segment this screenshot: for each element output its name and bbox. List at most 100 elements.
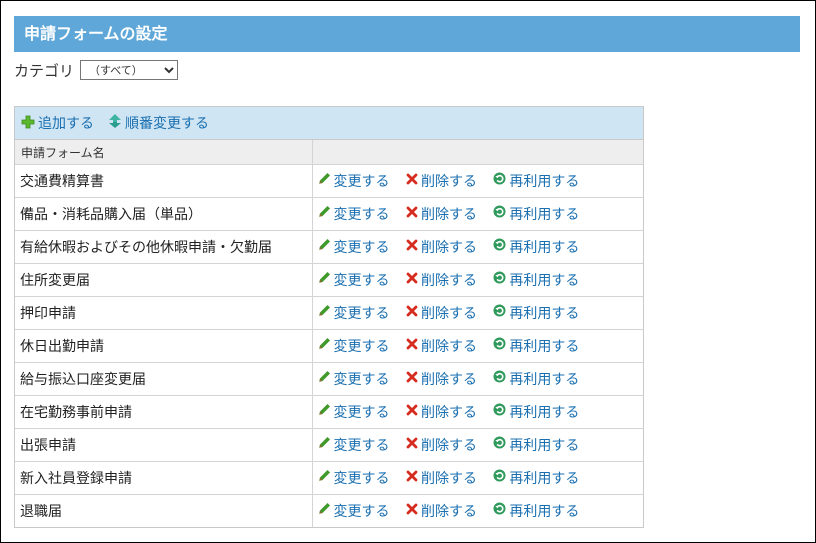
- reuse-button[interactable]: 再利用する: [493, 171, 579, 191]
- edit-button[interactable]: 変更する: [318, 270, 390, 290]
- edit-button[interactable]: 変更する: [318, 435, 390, 455]
- form-name-cell: 休日出勤申請: [15, 329, 313, 363]
- delete-button[interactable]: 削除する: [406, 303, 477, 323]
- table-row: 住所変更届 変更する 削除する 再利用する: [15, 263, 643, 297]
- form-name-cell: 給与振込口座変更届: [15, 362, 313, 396]
- delete-button[interactable]: 削除する: [406, 468, 477, 488]
- x-icon: [406, 437, 418, 453]
- x-icon: [406, 206, 418, 222]
- edit-label: 変更する: [333, 371, 390, 388]
- edit-label: 変更する: [333, 173, 390, 190]
- form-name-cell: 有給休暇およびその他休暇申請・欠勤届: [15, 230, 313, 264]
- reuse-label: 再利用する: [509, 470, 580, 487]
- recycle-icon: [493, 370, 506, 387]
- recycle-icon: [493, 436, 506, 453]
- reuse-label: 再利用する: [509, 404, 580, 421]
- table-row: 在宅勤務事前申請 変更する 削除する 再利用する: [15, 395, 643, 429]
- reuse-label: 再利用する: [509, 173, 580, 190]
- table-row: 給与振込口座変更届 変更する 削除する 再利用する: [15, 362, 643, 396]
- plus-icon: [21, 114, 35, 133]
- delete-label: 削除する: [420, 174, 477, 191]
- x-icon: [406, 239, 418, 255]
- reuse-button[interactable]: 再利用する: [493, 237, 579, 257]
- category-select[interactable]: （すべて）: [80, 60, 179, 80]
- pencil-icon: [318, 370, 331, 387]
- table-row: 交通費精算書 変更する 削除する 再利用する: [15, 164, 643, 198]
- edit-button[interactable]: 変更する: [318, 237, 390, 257]
- pencil-icon: [318, 436, 331, 453]
- edit-label: 変更する: [333, 206, 390, 223]
- edit-button[interactable]: 変更する: [318, 402, 390, 422]
- delete-label: 削除する: [420, 372, 477, 389]
- edit-button[interactable]: 変更する: [318, 468, 390, 488]
- delete-label: 削除する: [420, 471, 477, 488]
- edit-button[interactable]: 変更する: [318, 171, 390, 191]
- x-icon: [406, 371, 418, 387]
- category-label: カテゴリ: [14, 61, 75, 80]
- edit-button[interactable]: 変更する: [318, 501, 390, 521]
- edit-label: 変更する: [333, 305, 390, 322]
- form-name-cell: 新入社員登録申請: [15, 461, 313, 495]
- pencil-icon: [318, 172, 331, 189]
- reorder-label: 順番変更する: [125, 116, 209, 132]
- edit-label: 変更する: [333, 503, 390, 520]
- table-body: 交通費精算書 変更する 削除する 再利用する 備品・消耗品購入届（単品） 変更す…: [15, 164, 643, 527]
- delete-button[interactable]: 削除する: [406, 435, 477, 455]
- delete-label: 削除する: [420, 438, 477, 455]
- delete-label: 削除する: [420, 339, 477, 356]
- pencil-icon: [318, 502, 331, 519]
- reuse-button[interactable]: 再利用する: [493, 402, 579, 422]
- recycle-icon: [493, 502, 506, 519]
- table-row: 有給休暇およびその他休暇申請・欠勤届 変更する 削除する 再利用する: [15, 230, 643, 264]
- reuse-button[interactable]: 再利用する: [493, 270, 579, 290]
- actions-cell: 変更する 削除する 再利用する: [312, 296, 643, 330]
- reuse-button[interactable]: 再利用する: [493, 468, 579, 488]
- reuse-label: 再利用する: [509, 272, 580, 289]
- app-frame: 申請フォームの設定 カテゴリ （すべて） 追加する 順番変更する 申請フォーム名…: [0, 0, 816, 543]
- pencil-icon: [318, 238, 331, 255]
- delete-button[interactable]: 削除する: [406, 237, 477, 257]
- delete-button[interactable]: 削除する: [406, 270, 477, 290]
- edit-button[interactable]: 変更する: [318, 336, 390, 356]
- edit-button[interactable]: 変更する: [318, 303, 390, 323]
- x-icon: [406, 272, 418, 288]
- form-name-cell: 備品・消耗品購入届（単品）: [15, 197, 313, 231]
- table-row: 退職届 変更する 削除する 再利用する: [15, 494, 643, 527]
- x-icon: [406, 305, 418, 321]
- delete-button[interactable]: 削除する: [406, 171, 477, 191]
- actions-cell: 変更する 削除する 再利用する: [312, 395, 643, 429]
- reuse-button[interactable]: 再利用する: [493, 204, 579, 224]
- pencil-icon: [318, 469, 331, 486]
- page-title: 申請フォームの設定: [14, 16, 800, 52]
- actions-cell: 変更する 削除する 再利用する: [312, 494, 643, 527]
- reuse-label: 再利用する: [509, 338, 580, 355]
- reuse-button[interactable]: 再利用する: [493, 336, 579, 356]
- edit-button[interactable]: 変更する: [318, 204, 390, 224]
- recycle-icon: [493, 238, 506, 255]
- delete-button[interactable]: 削除する: [406, 336, 477, 356]
- add-button[interactable]: 追加する: [21, 113, 94, 133]
- reorder-button[interactable]: 順番変更する: [108, 113, 209, 133]
- up-down-arrows-icon: [108, 113, 122, 133]
- delete-label: 削除する: [420, 207, 477, 224]
- delete-button[interactable]: 削除する: [406, 369, 477, 389]
- reuse-button[interactable]: 再利用する: [493, 303, 579, 323]
- actions-cell: 変更する 削除する 再利用する: [312, 362, 643, 396]
- delete-label: 削除する: [420, 240, 477, 257]
- delete-button[interactable]: 削除する: [406, 204, 477, 224]
- reuse-label: 再利用する: [509, 305, 580, 322]
- x-icon: [406, 173, 418, 189]
- delete-button[interactable]: 削除する: [406, 402, 477, 422]
- reuse-label: 再利用する: [509, 206, 580, 223]
- edit-label: 変更する: [333, 437, 390, 454]
- reuse-button[interactable]: 再利用する: [493, 501, 579, 521]
- delete-button[interactable]: 削除する: [406, 501, 477, 521]
- reuse-label: 再利用する: [509, 371, 580, 388]
- actions-cell: 変更する 削除する 再利用する: [312, 428, 643, 462]
- x-icon: [406, 404, 418, 420]
- reuse-button[interactable]: 再利用する: [493, 369, 579, 389]
- edit-button[interactable]: 変更する: [318, 369, 390, 389]
- actions-cell: 変更する 削除する 再利用する: [312, 329, 643, 363]
- actions-cell: 変更する 削除する 再利用する: [312, 197, 643, 231]
- reuse-button[interactable]: 再利用する: [493, 435, 579, 455]
